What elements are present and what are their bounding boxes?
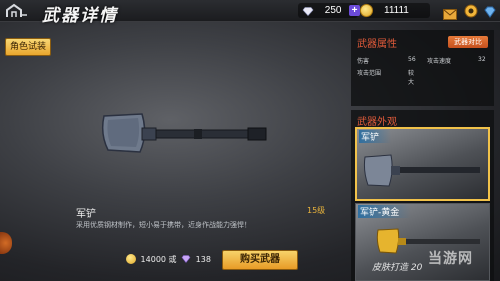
side-event-icon[interactable]	[0, 232, 12, 254]
back-home-icon[interactable]	[4, 3, 28, 19]
coin-icon	[360, 4, 373, 17]
or-label: 或	[168, 255, 177, 264]
weapon-compare-button[interactable]: 武器对比	[448, 36, 488, 48]
skin-label: 军铲	[359, 130, 392, 143]
gem-icon	[302, 6, 314, 16]
top-bar: 武器详情 250 + 11111	[0, 0, 500, 26]
gem-counter: 250 +	[298, 3, 360, 18]
gem-price: 138	[195, 255, 211, 264]
weapon-description: 采用优质钢材制作，短小易于携带，近身作战能力强悍！	[76, 221, 251, 229]
add-gems-icon[interactable]: +	[349, 5, 360, 16]
price-info: 14000 或 138	[126, 253, 211, 267]
weapon-name: 军铲	[76, 209, 96, 220]
coin-counter: 11111	[360, 3, 430, 18]
weapon-attributes-panel: 武器属性 武器对比 伤害 56 攻击速度 32 攻击范围 较大	[351, 30, 494, 106]
coin-count: 11111	[384, 5, 409, 16]
settings-gear-icon[interactable]	[463, 3, 479, 19]
buy-weapon-button[interactable]: 购买武器	[222, 250, 298, 270]
skin-label: 军铲-黄金	[358, 205, 412, 218]
coin-price: 14000	[140, 255, 166, 264]
stat-damage: 伤害 56	[357, 56, 416, 65]
appearance-title: 武器外观	[357, 117, 397, 128]
shovel-icon	[363, 151, 485, 195]
gem-icon	[181, 254, 191, 263]
page-title: 武器详情	[42, 6, 118, 26]
coin-icon	[126, 254, 136, 264]
watermark-logo: 当游网	[428, 251, 473, 267]
role-try-on-button[interactable]: 角色试装	[5, 38, 51, 56]
stat-attack-range: 攻击范围 较大	[357, 70, 415, 86]
skin-card-shovel[interactable]: 军铲	[355, 127, 490, 201]
mail-icon[interactable]	[443, 5, 457, 20]
watermark-text: 皮肤打造 20	[372, 263, 423, 273]
diamond-icon[interactable]	[483, 4, 497, 18]
stat-attack-speed: 攻击速度 32	[427, 56, 486, 65]
weapon-level: 15级	[307, 206, 326, 215]
weapon-shovel-image	[98, 108, 278, 158]
gem-count: 250	[324, 5, 342, 16]
